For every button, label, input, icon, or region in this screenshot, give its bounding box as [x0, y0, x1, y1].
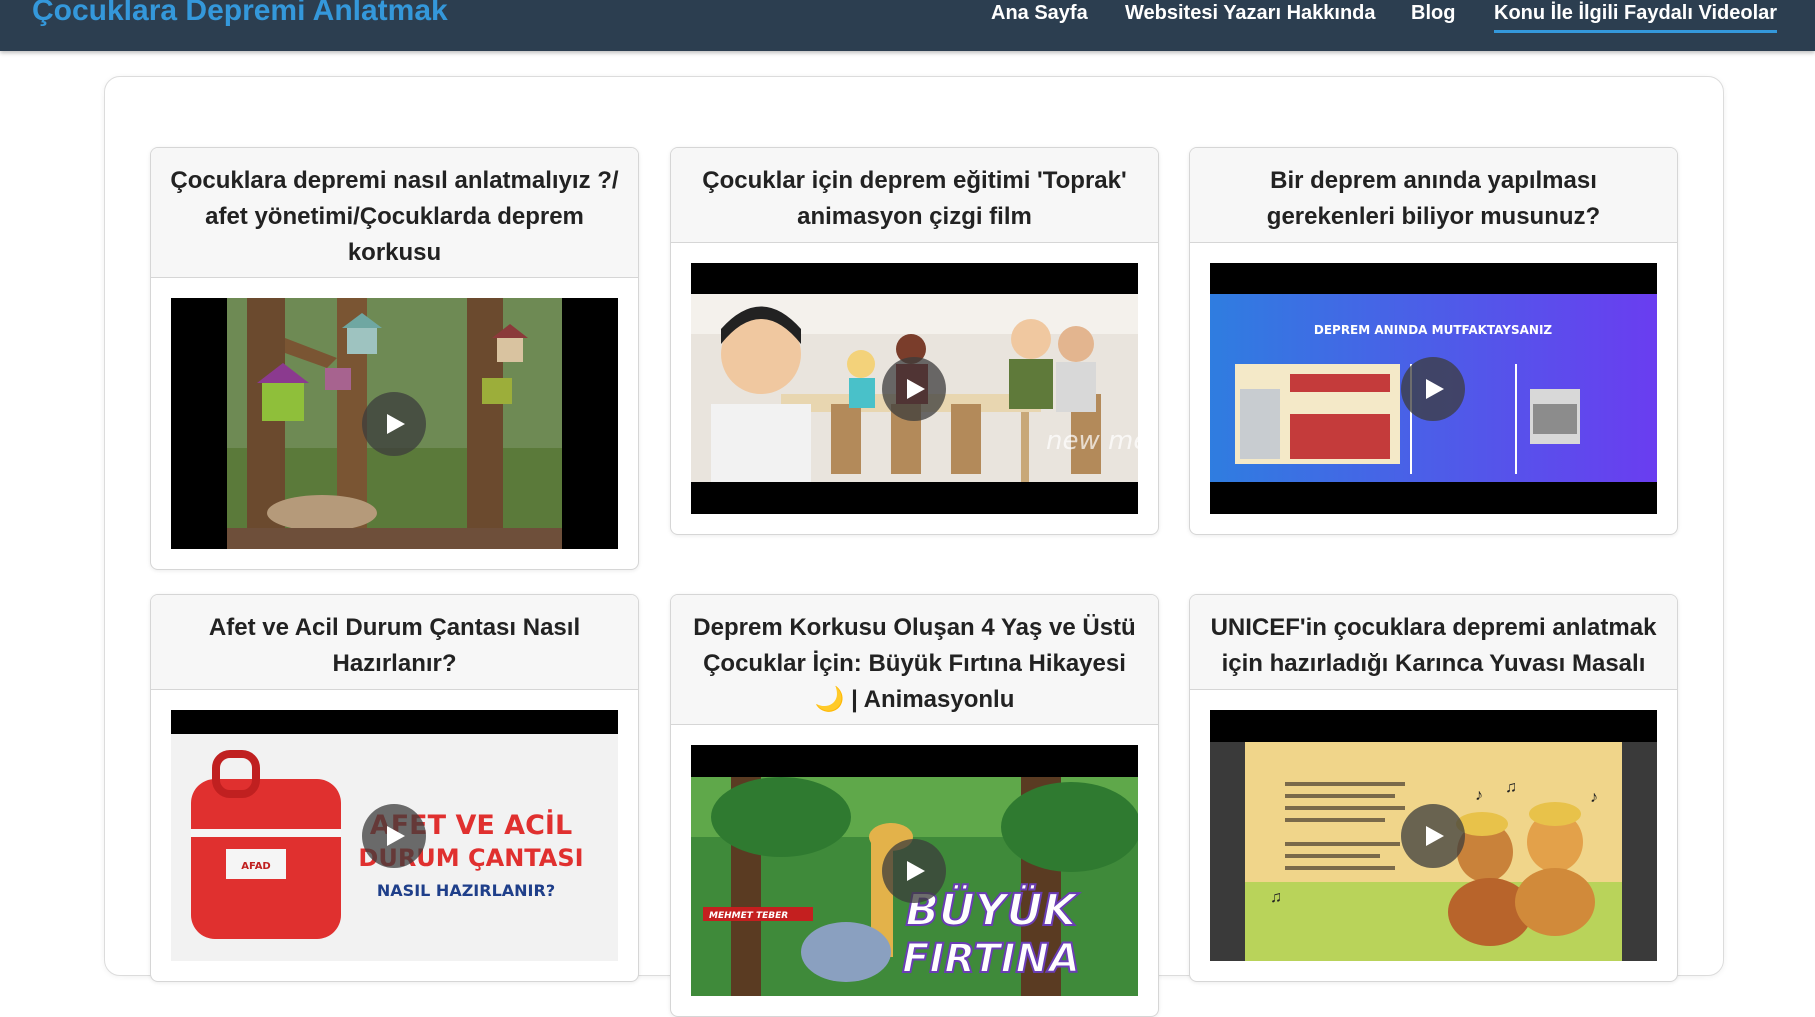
video-card: Bir deprem anında yapılması gerekenleri …	[1189, 147, 1678, 535]
nav-about-author[interactable]: Websitesi Yazarı Hakkında	[1125, 2, 1376, 25]
video-title: Çocuklara depremi nasıl anlatmalıyız ?/ …	[151, 148, 638, 278]
video-player[interactable]: DEPREM ANINDA MUTFAKTAYSANIZ	[1210, 263, 1657, 514]
video-title: Deprem Korkusu Oluşan 4 Yaş ve Üstü Çocu…	[671, 595, 1158, 725]
video-player[interactable]: MEHMET TEBER BÜYÜK FIRTINA	[691, 745, 1138, 996]
svg-text:♪: ♪	[1475, 787, 1483, 804]
video-card: UNICEF'in çocuklara depremi anlatmak içi…	[1189, 594, 1678, 982]
video-player[interactable]: AFAD AFET VE ACİL DURUM ÇANTASI NASIL HA…	[171, 710, 618, 961]
video-title: Çocuklar için deprem eğitimi 'Toprak' an…	[671, 148, 1158, 243]
video-card: Çocuklar için deprem eğitimi 'Toprak' an…	[670, 147, 1159, 535]
svg-text:♫: ♫	[1270, 889, 1282, 906]
nav-home[interactable]: Ana Sayfa	[991, 2, 1088, 25]
site-brand[interactable]: Çocuklara Depremi Anlatmak	[32, 0, 448, 28]
video-player[interactable]: new medya	[691, 263, 1138, 514]
play-button[interactable]	[362, 392, 426, 456]
play-button[interactable]	[882, 839, 946, 903]
play-button[interactable]	[1401, 804, 1465, 868]
top-navbar: Çocuklara Depremi Anlatmak Ana Sayfa Web…	[0, 0, 1815, 51]
video-player[interactable]	[171, 298, 618, 549]
thumbnail-title-line2: FIRTINA	[902, 936, 1080, 982]
watermark-text: new medya	[1046, 426, 1138, 456]
svg-text:♪: ♪	[1590, 789, 1598, 806]
play-button[interactable]	[882, 357, 946, 421]
video-title: Afet ve Acil Durum Çantası Nasıl Hazırla…	[151, 595, 638, 690]
nav-blog[interactable]: Blog	[1411, 2, 1455, 25]
video-title: Bir deprem anında yapılması gerekenleri …	[1190, 148, 1677, 243]
nav-useful-videos[interactable]: Konu İle İlgili Faydalı Videolar	[1494, 2, 1778, 33]
thumbnail-subtitle: NASIL HAZIRLANIR?	[377, 881, 555, 900]
video-card: Afet ve Acil Durum Çantası Nasıl Hazırla…	[150, 594, 639, 982]
video-player[interactable]: ♪ ♫ ♪ ♫	[1210, 710, 1657, 961]
video-card: Deprem Korkusu Oluşan 4 Yaş ve Üstü Çocu…	[670, 594, 1159, 1017]
author-tag: MEHMET TEBER	[709, 911, 788, 921]
bag-label: AFAD	[241, 861, 270, 872]
video-card: Çocuklara depremi nasıl anlatmalıyız ?/ …	[150, 147, 639, 570]
play-button[interactable]	[1401, 357, 1465, 421]
play-button[interactable]	[362, 804, 426, 868]
svg-text:♫: ♫	[1505, 779, 1517, 796]
video-title: UNICEF'in çocuklara depremi anlatmak içi…	[1190, 595, 1677, 690]
thumbnail-caption: DEPREM ANINDA MUTFAKTAYSANIZ	[1314, 323, 1553, 337]
